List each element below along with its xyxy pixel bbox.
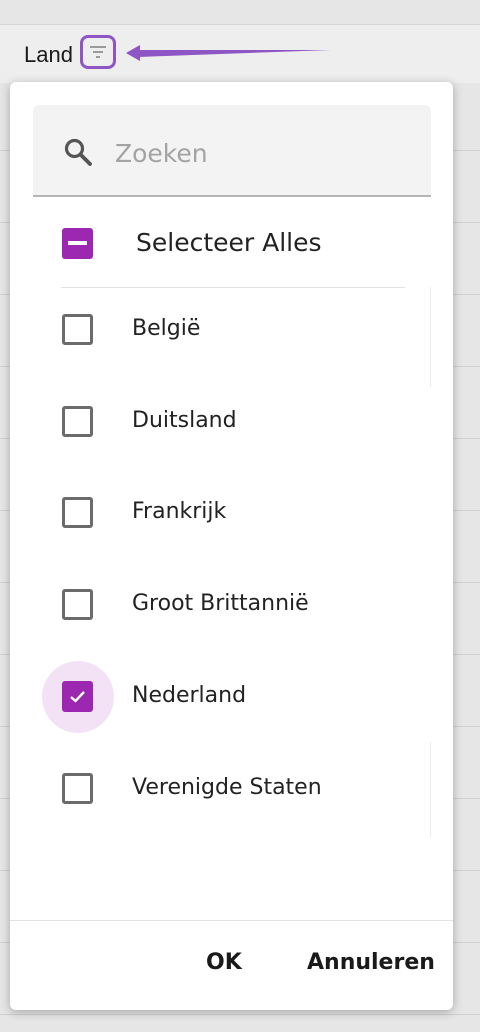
filter-popup: Selecteer Alles België Duitsland Frankri… — [10, 82, 453, 1010]
option-checkbox[interactable] — [62, 589, 93, 620]
option-checkbox[interactable] — [62, 681, 93, 712]
select-all-label: Selecteer Alles — [136, 228, 322, 257]
list-item[interactable]: Nederland — [10, 659, 453, 733]
option-label: Nederland — [132, 683, 247, 708]
option-checkbox[interactable] — [62, 406, 93, 437]
pointer-arrow-icon — [126, 45, 331, 61]
check-icon — [70, 691, 85, 703]
cancel-button[interactable]: Annuleren — [307, 950, 435, 975]
search-icon — [64, 138, 92, 166]
list-item[interactable]: Frankrijk — [10, 475, 453, 545]
option-label: Duitsland — [132, 408, 237, 433]
filter-button[interactable] — [80, 35, 116, 69]
table-row-divider — [0, 1014, 480, 1015]
search-input[interactable] — [113, 135, 407, 171]
select-all-checkbox[interactable] — [62, 228, 93, 259]
select-all-row[interactable]: Selecteer Alles — [58, 225, 418, 265]
list-item[interactable]: Groot Brittannië — [10, 567, 453, 637]
option-checkbox[interactable] — [62, 314, 93, 345]
divider — [61, 287, 405, 288]
list-item[interactable]: Verenigde Staten — [10, 751, 453, 821]
option-label: Frankrijk — [132, 499, 227, 524]
option-label: Verenigde Staten — [132, 775, 322, 800]
list-item[interactable]: België — [10, 292, 453, 362]
option-label: België — [132, 316, 201, 341]
search-box — [33, 105, 431, 197]
option-checkbox[interactable] — [62, 773, 93, 804]
column-header-label: Land — [24, 42, 73, 67]
list-item[interactable]: Duitsland — [10, 384, 453, 454]
filter-icon — [90, 46, 106, 58]
option-checkbox[interactable] — [62, 497, 93, 528]
option-label: Groot Brittannië — [132, 591, 309, 616]
ok-button[interactable]: OK — [206, 950, 242, 975]
footer-divider — [10, 920, 453, 921]
